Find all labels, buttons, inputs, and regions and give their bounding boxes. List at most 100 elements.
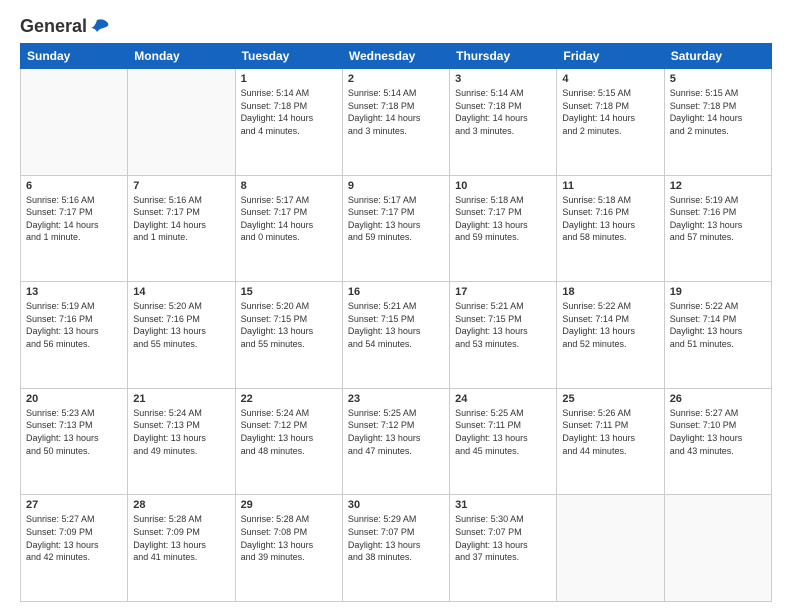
day-number: 22 <box>241 393 337 405</box>
day-info: Sunrise: 5:21 AM Sunset: 7:15 PM Dayligh… <box>455 300 551 350</box>
page: General SundayMondayTuesdayWednesdayThur… <box>0 0 792 612</box>
day-info: Sunrise: 5:15 AM Sunset: 7:18 PM Dayligh… <box>670 87 766 137</box>
calendar-cell: 31 Sunrise: 5:30 AM Sunset: 7:07 PM Dayli… <box>450 495 557 602</box>
weekday-header-wednesday: Wednesday <box>342 44 449 69</box>
weekday-header-row: SundayMondayTuesdayWednesdayThursdayFrid… <box>21 44 772 69</box>
calendar-table: SundayMondayTuesdayWednesdayThursdayFrid… <box>20 43 772 602</box>
day-number: 6 <box>26 180 122 192</box>
day-number: 11 <box>562 180 658 192</box>
calendar-cell: 24 Sunrise: 5:25 AM Sunset: 7:11 PM Dayli… <box>450 388 557 495</box>
calendar-cell <box>664 495 771 602</box>
calendar-cell: 8 Sunrise: 5:17 AM Sunset: 7:17 PM Daylig… <box>235 175 342 282</box>
day-info: Sunrise: 5:19 AM Sunset: 7:16 PM Dayligh… <box>670 194 766 244</box>
logo-bird-icon <box>89 18 111 36</box>
day-info: Sunrise: 5:27 AM Sunset: 7:09 PM Dayligh… <box>26 513 122 563</box>
day-info: Sunrise: 5:17 AM Sunset: 7:17 PM Dayligh… <box>348 194 444 244</box>
day-info: Sunrise: 5:16 AM Sunset: 7:17 PM Dayligh… <box>26 194 122 244</box>
day-info: Sunrise: 5:22 AM Sunset: 7:14 PM Dayligh… <box>670 300 766 350</box>
day-number: 19 <box>670 286 766 298</box>
weekday-header-tuesday: Tuesday <box>235 44 342 69</box>
day-info: Sunrise: 5:25 AM Sunset: 7:11 PM Dayligh… <box>455 407 551 457</box>
calendar-cell: 9 Sunrise: 5:17 AM Sunset: 7:17 PM Daylig… <box>342 175 449 282</box>
day-info: Sunrise: 5:30 AM Sunset: 7:07 PM Dayligh… <box>455 513 551 563</box>
day-info: Sunrise: 5:27 AM Sunset: 7:10 PM Dayligh… <box>670 407 766 457</box>
day-info: Sunrise: 5:20 AM Sunset: 7:16 PM Dayligh… <box>133 300 229 350</box>
day-info: Sunrise: 5:28 AM Sunset: 7:09 PM Dayligh… <box>133 513 229 563</box>
day-number: 31 <box>455 499 551 511</box>
calendar-cell: 28 Sunrise: 5:28 AM Sunset: 7:09 PM Dayli… <box>128 495 235 602</box>
calendar-cell: 11 Sunrise: 5:18 AM Sunset: 7:16 PM Dayli… <box>557 175 664 282</box>
day-info: Sunrise: 5:21 AM Sunset: 7:15 PM Dayligh… <box>348 300 444 350</box>
day-info: Sunrise: 5:25 AM Sunset: 7:12 PM Dayligh… <box>348 407 444 457</box>
day-info: Sunrise: 5:17 AM Sunset: 7:17 PM Dayligh… <box>241 194 337 244</box>
calendar-cell: 18 Sunrise: 5:22 AM Sunset: 7:14 PM Dayli… <box>557 282 664 389</box>
day-info: Sunrise: 5:16 AM Sunset: 7:17 PM Dayligh… <box>133 194 229 244</box>
calendar-week-row: 13 Sunrise: 5:19 AM Sunset: 7:16 PM Dayli… <box>21 282 772 389</box>
weekday-header-saturday: Saturday <box>664 44 771 69</box>
calendar-cell: 30 Sunrise: 5:29 AM Sunset: 7:07 PM Dayli… <box>342 495 449 602</box>
calendar-cell: 6 Sunrise: 5:16 AM Sunset: 7:17 PM Daylig… <box>21 175 128 282</box>
calendar-cell <box>21 69 128 176</box>
day-number: 5 <box>670 73 766 85</box>
day-number: 16 <box>348 286 444 298</box>
day-info: Sunrise: 5:15 AM Sunset: 7:18 PM Dayligh… <box>562 87 658 137</box>
day-number: 25 <box>562 393 658 405</box>
day-number: 17 <box>455 286 551 298</box>
day-info: Sunrise: 5:23 AM Sunset: 7:13 PM Dayligh… <box>26 407 122 457</box>
calendar-cell: 20Sunrise: 5:23 AM Sunset: 7:13 PM Dayli… <box>21 388 128 495</box>
day-number: 8 <box>241 180 337 192</box>
day-info: Sunrise: 5:14 AM Sunset: 7:18 PM Dayligh… <box>241 87 337 137</box>
logo-general: General <box>20 16 87 37</box>
day-number: 4 <box>562 73 658 85</box>
day-number: 21 <box>133 393 229 405</box>
calendar-cell: 10Sunrise: 5:18 AM Sunset: 7:17 PM Dayli… <box>450 175 557 282</box>
day-number: 9 <box>348 180 444 192</box>
calendar-cell: 13 Sunrise: 5:19 AM Sunset: 7:16 PM Dayli… <box>21 282 128 389</box>
day-info: Sunrise: 5:24 AM Sunset: 7:13 PM Dayligh… <box>133 407 229 457</box>
day-number: 15 <box>241 286 337 298</box>
day-info: Sunrise: 5:29 AM Sunset: 7:07 PM Dayligh… <box>348 513 444 563</box>
weekday-header-friday: Friday <box>557 44 664 69</box>
day-info: Sunrise: 5:18 AM Sunset: 7:17 PM Dayligh… <box>455 194 551 244</box>
header: General <box>20 16 772 33</box>
calendar-cell: 12Sunrise: 5:19 AM Sunset: 7:16 PM Dayli… <box>664 175 771 282</box>
calendar-cell: 29Sunrise: 5:28 AM Sunset: 7:08 PM Dayli… <box>235 495 342 602</box>
weekday-header-monday: Monday <box>128 44 235 69</box>
day-number: 30 <box>348 499 444 511</box>
calendar-cell: 5 Sunrise: 5:15 AM Sunset: 7:18 PM Daylig… <box>664 69 771 176</box>
day-number: 29 <box>241 499 337 511</box>
day-info: Sunrise: 5:20 AM Sunset: 7:15 PM Dayligh… <box>241 300 337 350</box>
day-info: Sunrise: 5:22 AM Sunset: 7:14 PM Dayligh… <box>562 300 658 350</box>
calendar-cell: 19 Sunrise: 5:22 AM Sunset: 7:14 PM Dayli… <box>664 282 771 389</box>
day-info: Sunrise: 5:14 AM Sunset: 7:18 PM Dayligh… <box>455 87 551 137</box>
calendar-cell: 15 Sunrise: 5:20 AM Sunset: 7:15 PM Dayli… <box>235 282 342 389</box>
calendar-cell: 14 Sunrise: 5:20 AM Sunset: 7:16 PM Dayli… <box>128 282 235 389</box>
calendar-week-row: 27Sunrise: 5:27 AM Sunset: 7:09 PM Dayli… <box>21 495 772 602</box>
calendar-cell: 21 Sunrise: 5:24 AM Sunset: 7:13 PM Dayli… <box>128 388 235 495</box>
day-number: 28 <box>133 499 229 511</box>
day-number: 23 <box>348 393 444 405</box>
calendar-cell: 16 Sunrise: 5:21 AM Sunset: 7:15 PM Dayli… <box>342 282 449 389</box>
calendar-cell <box>128 69 235 176</box>
calendar-cell: 22 Sunrise: 5:24 AM Sunset: 7:12 PM Dayli… <box>235 388 342 495</box>
calendar-cell <box>557 495 664 602</box>
day-number: 1 <box>241 73 337 85</box>
day-number: 3 <box>455 73 551 85</box>
day-info: Sunrise: 5:18 AM Sunset: 7:16 PM Dayligh… <box>562 194 658 244</box>
day-info: Sunrise: 5:19 AM Sunset: 7:16 PM Dayligh… <box>26 300 122 350</box>
calendar-cell: 7 Sunrise: 5:16 AM Sunset: 7:17 PM Daylig… <box>128 175 235 282</box>
day-number: 14 <box>133 286 229 298</box>
day-info: Sunrise: 5:26 AM Sunset: 7:11 PM Dayligh… <box>562 407 658 457</box>
day-info: Sunrise: 5:24 AM Sunset: 7:12 PM Dayligh… <box>241 407 337 457</box>
day-number: 24 <box>455 393 551 405</box>
calendar-cell: 4 Sunrise: 5:15 AM Sunset: 7:18 PM Daylig… <box>557 69 664 176</box>
calendar-week-row: 1 Sunrise: 5:14 AM Sunset: 7:18 PM Daylig… <box>21 69 772 176</box>
day-info: Sunrise: 5:14 AM Sunset: 7:18 PM Dayligh… <box>348 87 444 137</box>
day-number: 2 <box>348 73 444 85</box>
calendar-cell: 26Sunrise: 5:27 AM Sunset: 7:10 PM Dayli… <box>664 388 771 495</box>
calendar-cell: 2 Sunrise: 5:14 AM Sunset: 7:18 PM Daylig… <box>342 69 449 176</box>
day-number: 18 <box>562 286 658 298</box>
day-number: 7 <box>133 180 229 192</box>
calendar-cell: 1 Sunrise: 5:14 AM Sunset: 7:18 PM Daylig… <box>235 69 342 176</box>
day-number: 13 <box>26 286 122 298</box>
